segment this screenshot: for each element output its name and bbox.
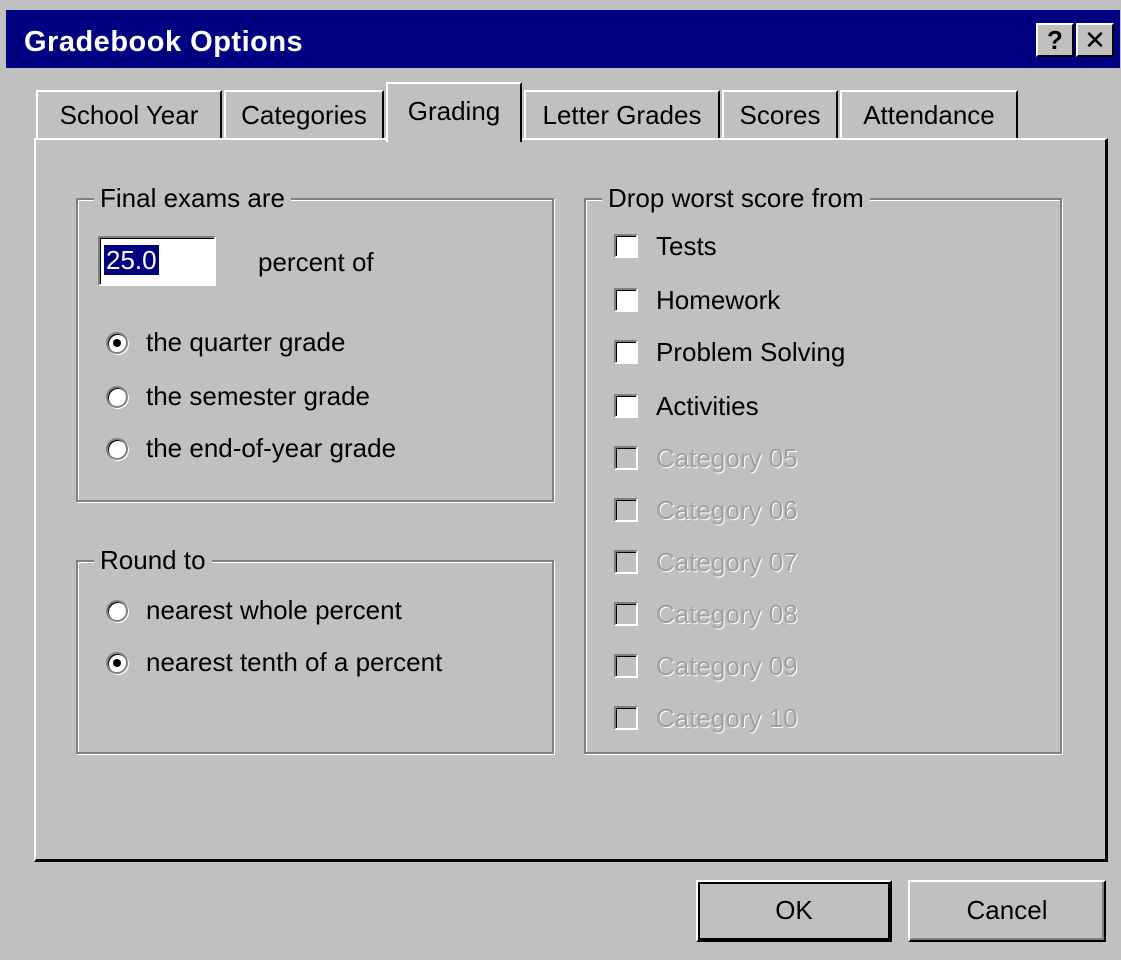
tab-letter-grades[interactable]: Letter Grades (524, 90, 720, 138)
cancel-button[interactable]: Cancel (908, 880, 1106, 942)
radio-quarter-grade[interactable] (106, 332, 128, 354)
help-button[interactable]: ? (1036, 23, 1074, 57)
radio-dot-icon (113, 339, 121, 347)
checkbox-category-05-label: Category 05 (656, 443, 798, 473)
final-exam-percent-input[interactable]: 25.0 (98, 236, 216, 286)
checkbox-category-08-label: Category 08 (656, 599, 798, 629)
radio-end-of-year-grade[interactable] (106, 438, 128, 460)
checkbox-category-10-label: Category 10 (656, 703, 798, 733)
tab-school-year[interactable]: School Year (36, 90, 222, 138)
percent-value: 25.0 (104, 245, 159, 275)
percent-of-label: percent of (258, 247, 374, 277)
drop-worst-score-group-label: Drop worst score from (602, 182, 870, 214)
checkbox-activities-label[interactable]: Activities (656, 390, 759, 422)
checkbox-category-10 (614, 706, 638, 730)
close-button[interactable]: ✕ (1076, 23, 1114, 57)
checkbox-problem-solving-label[interactable]: Problem Solving (656, 336, 845, 368)
checkbox-category-09 (614, 654, 638, 678)
radio-semester-grade-label[interactable]: the semester grade (146, 380, 370, 412)
ok-button[interactable]: OK (696, 880, 892, 942)
checkbox-activities[interactable] (614, 394, 638, 418)
checkbox-category-09-label: Category 09 (656, 651, 798, 681)
gradebook-options-dialog: Gradebook Options ? ✕ School Year Catego… (0, 0, 1121, 960)
window-title: Gradebook Options (24, 26, 304, 58)
tab-attendance[interactable]: Attendance (840, 90, 1018, 138)
radio-end-of-year-grade-label[interactable]: the end-of-year grade (146, 432, 396, 464)
grading-tab-panel: Final exams are 25.0 percent of the quar… (34, 138, 1108, 862)
radio-nearest-tenth-percent-label[interactable]: nearest tenth of a percent (146, 646, 442, 678)
checkbox-category-07-label: Category 07 (656, 547, 798, 577)
checkbox-homework-label[interactable]: Homework (656, 284, 780, 316)
checkbox-problem-solving[interactable] (614, 340, 638, 364)
radio-nearest-tenth-percent[interactable] (106, 652, 128, 674)
checkbox-category-06 (614, 498, 638, 522)
tab-grading[interactable]: Grading (386, 82, 522, 142)
radio-semester-grade[interactable] (106, 386, 128, 408)
question-mark-icon: ? (1047, 25, 1063, 55)
radio-quarter-grade-label[interactable]: the quarter grade (146, 326, 345, 358)
radio-nearest-whole-percent-label[interactable]: nearest whole percent (146, 594, 402, 626)
radio-dot-icon (113, 659, 121, 667)
tab-categories[interactable]: Categories (224, 90, 384, 138)
checkbox-category-07 (614, 550, 638, 574)
title-bar[interactable]: Gradebook Options ? ✕ (6, 10, 1120, 68)
checkbox-homework[interactable] (614, 288, 638, 312)
radio-nearest-whole-percent[interactable] (106, 600, 128, 622)
checkbox-tests-label[interactable]: Tests (656, 230, 717, 262)
tab-scores[interactable]: Scores (722, 90, 838, 138)
checkbox-category-05 (614, 446, 638, 470)
checkbox-tests[interactable] (614, 234, 638, 258)
final-exams-group-label: Final exams are (94, 182, 291, 214)
checkbox-category-06-label: Category 06 (656, 495, 798, 525)
close-icon: ✕ (1084, 25, 1106, 55)
checkbox-category-08 (614, 602, 638, 626)
round-to-group-label: Round to (94, 544, 212, 576)
